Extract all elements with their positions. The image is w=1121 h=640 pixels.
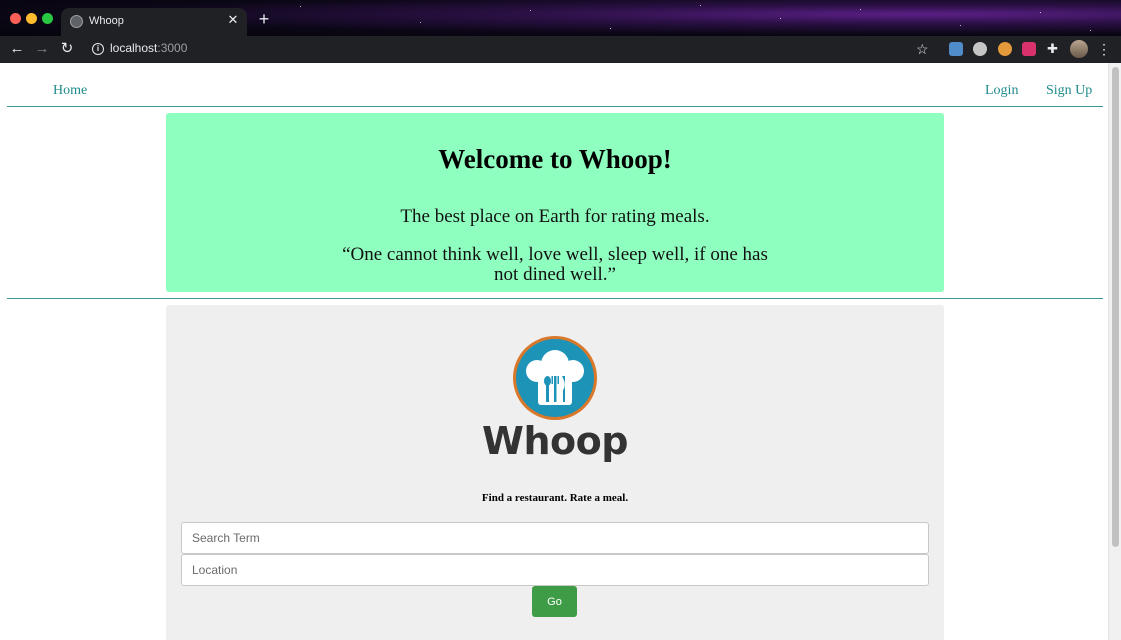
page-scrollbar[interactable] [1108, 63, 1121, 640]
url-port: :3000 [157, 41, 188, 55]
browser-tab-strip: Whoop ✕ + [0, 0, 1121, 36]
go-button[interactable]: Go [532, 586, 577, 617]
more-menu-icon[interactable]: ⋮ [1097, 40, 1111, 58]
bookmark-star-icon[interactable]: ☆ [916, 42, 930, 56]
browser-tab[interactable]: Whoop ✕ [61, 8, 247, 36]
scrollbar-thumb[interactable] [1112, 67, 1119, 547]
puzzle-icon[interactable]: ✚ [1047, 42, 1061, 56]
window-maximize-button[interactable] [42, 13, 53, 24]
extension-cookie-icon[interactable] [998, 42, 1012, 56]
nav-signup-link[interactable]: Sign Up [1046, 83, 1092, 99]
new-tab-icon[interactable]: + [256, 10, 272, 28]
back-arrow-icon[interactable]: ← [8, 40, 26, 58]
extension-icon[interactable] [949, 42, 963, 56]
reload-icon[interactable]: ↻ [58, 40, 76, 58]
nav-home-link[interactable]: Home [53, 83, 87, 99]
top-nav: Home Login Sign Up [7, 63, 1103, 107]
search-card: Whoop Find a restaurant. Rate a meal. Go [166, 305, 944, 640]
search-subtitle: Find a restaurant. Rate a meal. [481, 492, 629, 504]
divider [7, 298, 1103, 299]
info-icon[interactable]: i [92, 43, 104, 55]
nav-login-link[interactable]: Login [985, 83, 1018, 99]
location-input[interactable] [181, 554, 929, 586]
window-minimize-button[interactable] [26, 13, 37, 24]
hero-tagline: The best place on Earth for rating meals… [400, 206, 710, 227]
close-tab-icon[interactable]: ✕ [226, 13, 240, 27]
url-host: localhost [110, 41, 158, 55]
chef-hat-logo-icon [513, 336, 597, 420]
globe-icon [70, 15, 83, 28]
search-term-input[interactable] [181, 522, 929, 554]
profile-avatar[interactable] [1070, 40, 1088, 58]
hero-banner: Welcome to Whoop! The best place on Eart… [166, 113, 944, 292]
browser-toolbar: ← → ↻ i localhost:3000 ☆ ✚ ⋮ [0, 36, 1121, 63]
address-bar[interactable]: localhost:3000 [110, 41, 187, 55]
hero-quote: “One cannot think well, love well, sleep… [342, 244, 768, 285]
whoop-logo: Whoop [482, 335, 628, 465]
forward-arrow-icon[interactable]: → [33, 40, 51, 58]
extension-icon[interactable] [1022, 42, 1036, 56]
page: Home Login Sign Up Welcome to Whoop! The… [0, 63, 1108, 640]
logo-wordmark: Whoop [482, 419, 628, 463]
extension-gear-icon[interactable] [973, 42, 987, 56]
tab-title: Whoop [89, 15, 124, 27]
hero-title: Welcome to Whoop! [438, 144, 672, 174]
window-close-button[interactable] [10, 13, 21, 24]
